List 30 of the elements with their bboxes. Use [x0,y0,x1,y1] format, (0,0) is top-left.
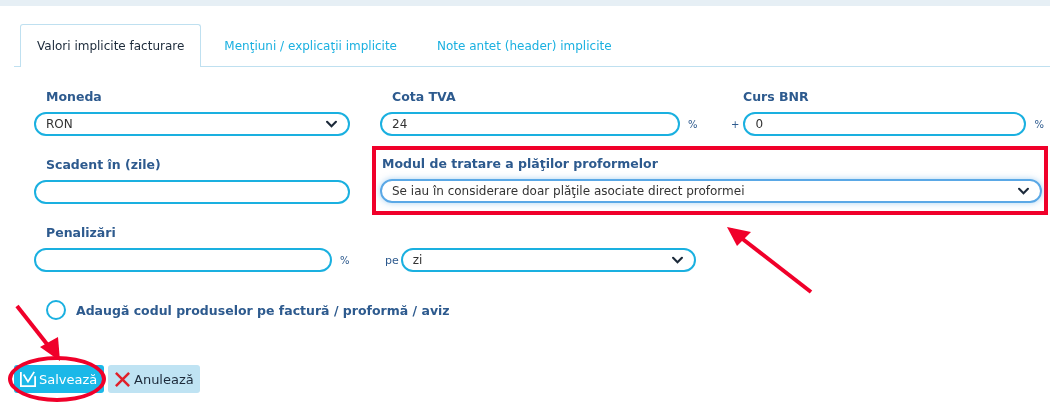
annotation-arrow [15,304,60,361]
checkbox-label: Adaugă codul produselor pe factură / proformă / aviz [76,302,450,318]
field-label: Penalizări [46,225,117,240]
field-label: Curs BNR [743,89,810,104]
unit-label: % [688,118,698,130]
select-field[interactable]: Se iau în considerare doar plăţile asociate direct proformei [380,179,1042,203]
input-field[interactable] [34,180,350,204]
prefix-label: pe [385,253,399,267]
unit-label: % [340,254,350,266]
input-value[interactable]: 0 [755,117,1015,131]
cancel-button[interactable]: Anulează [108,365,200,393]
select-field[interactable]: RON [34,112,350,136]
chevron-icon [670,256,684,264]
select-field[interactable]: zi [400,248,696,272]
input-field[interactable] [34,248,332,272]
field-label: Cota TVA [392,89,457,104]
checkbox[interactable] [46,300,66,320]
checkmark-icon [20,371,36,387]
chevron-icon [1017,187,1030,195]
tab[interactable]: Valori implicite facturare [20,24,202,67]
close-icon [114,370,131,388]
field-label: Moneda [46,89,103,104]
field-label: Modul de tratare a plăţilor proformelor [382,156,659,171]
unit-label: % [1034,118,1044,130]
input-value[interactable]: 24 [392,117,668,131]
field-label: Scadent în (zile) [46,157,162,172]
input-field[interactable]: 0 [743,112,1027,136]
input-field[interactable]: 24 [380,112,680,136]
chevron-icon [325,120,338,128]
prefix-label: + [731,118,740,130]
